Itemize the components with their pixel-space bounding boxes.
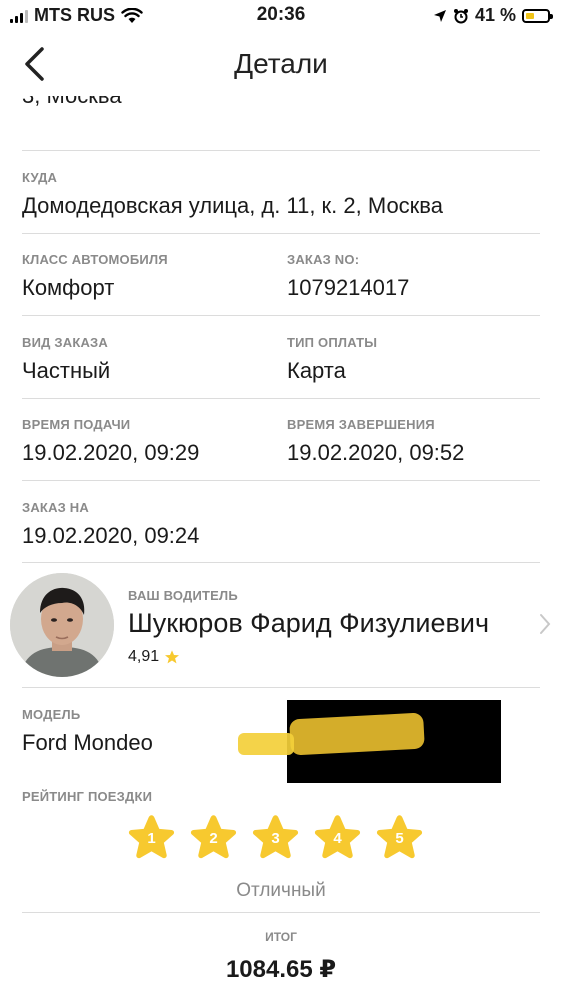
order-kind-value: Частный	[22, 358, 111, 383]
trip-rating-stars: 1 2 3 4 5	[125, 812, 426, 864]
driver-label: ВАШ ВОДИТЕЛЬ	[128, 588, 238, 603]
redaction-smear	[289, 712, 425, 756]
pickup-time-value: 19.02.2020, 09:29	[22, 440, 200, 465]
rating-star-3[interactable]: 3	[249, 812, 302, 864]
battery-percent: 41 %	[474, 5, 516, 25]
rating-star-number: 1	[147, 830, 156, 847]
car-class-value: Комфорт	[22, 275, 115, 300]
rating-star-2[interactable]: 2	[187, 812, 240, 864]
driver-rating-value: 4,91	[128, 648, 160, 665]
ordered-for-value: 19.02.2020, 09:24	[22, 523, 200, 548]
car-model-label: МОДЕЛЬ	[22, 707, 81, 722]
battery-icon	[522, 8, 553, 23]
driver-rating: 4,91	[128, 648, 180, 666]
destination-section: КУДА Домодедовская улица, д. 11, к. 2, М…	[22, 170, 443, 219]
destination-value: Домодедовская улица, д. 11, к. 2, Москва	[22, 193, 443, 218]
trip-rating-label: РЕЙТИНГ ПОЕЗДКИ	[22, 789, 153, 804]
divider	[22, 912, 540, 913]
pickup-time-section: ВРЕМЯ ПОДАЧИ 19.02.2020, 09:29	[22, 417, 199, 466]
rating-star-5[interactable]: 5	[373, 812, 426, 864]
driver-avatar	[10, 573, 114, 677]
status-bar: MTS RUS 20:36 41 %	[0, 0, 562, 32]
order-kind-section: ВИД ЗАКАЗА Частный	[22, 335, 110, 384]
divider	[22, 480, 540, 481]
end-time-value: 19.02.2020, 09:52	[287, 440, 465, 465]
divider	[22, 562, 540, 563]
payment-type-label: ТИП ОПЛАТЫ	[287, 335, 378, 350]
driver-name: Шукюров Фарид Физулиевич	[128, 608, 490, 638]
status-right: 41 %	[433, 5, 553, 26]
car-model-value: Ford Mondeo	[22, 730, 153, 755]
navigation-bar: Детали	[0, 32, 562, 96]
order-number-label: ЗАКАЗ NO:	[287, 252, 360, 267]
rating-star-number: 4	[333, 830, 342, 847]
order-number-section: ЗАКАЗ NO: 1079214017	[287, 252, 409, 301]
end-time-section: ВРЕМЯ ЗАВЕРШЕНИЯ 19.02.2020, 09:52	[287, 417, 464, 466]
pickup-time-label: ВРЕМЯ ПОДАЧИ	[22, 417, 131, 432]
chevron-right-icon	[540, 614, 551, 634]
car-class-label: КЛАСС АВТОМОБИЛЯ	[22, 252, 168, 267]
payment-type-section: ТИП ОПЛАТЫ Карта	[287, 335, 377, 384]
payment-type-value: Карта	[287, 358, 346, 383]
total-value: 1084.65 ₽	[225, 956, 337, 983]
rating-star-number: 3	[271, 830, 280, 847]
page-title: Детали	[234, 48, 328, 79]
trip-rating-word: Отличный	[236, 880, 326, 901]
rating-star-number: 2	[209, 830, 218, 847]
location-arrow-icon	[433, 9, 446, 22]
order-kind-label: ВИД ЗАКАЗА	[22, 335, 108, 350]
alarm-icon	[453, 8, 468, 23]
star-icon	[165, 650, 180, 664]
order-details-screen: MTS RUS 20:36 41 % 3, Москв	[0, 0, 562, 1000]
divider	[22, 398, 540, 399]
ordered-for-label: ЗАКАЗ НА	[22, 500, 89, 515]
divider	[22, 687, 540, 688]
destination-label: КУДА	[22, 170, 58, 185]
end-time-label: ВРЕМЯ ЗАВЕРШЕНИЯ	[287, 417, 435, 432]
redaction-smear-left	[238, 733, 294, 755]
total-label: ИТОГ	[265, 930, 297, 944]
rating-star-4[interactable]: 4	[311, 812, 364, 864]
car-class-section: КЛАСС АВТОМОБИЛЯ Комфорт	[22, 252, 168, 301]
order-number-value: 1079214017	[287, 275, 410, 300]
driver-photo	[10, 573, 114, 677]
car-model-section: МОДЕЛЬ Ford Mondeo	[22, 707, 153, 756]
rating-star-1[interactable]: 1	[125, 812, 178, 864]
rating-star-number: 5	[395, 830, 404, 847]
divider	[22, 233, 540, 234]
ordered-for-section: ЗАКАЗ НА 19.02.2020, 09:24	[22, 500, 199, 549]
divider	[22, 315, 540, 316]
divider	[22, 150, 540, 151]
